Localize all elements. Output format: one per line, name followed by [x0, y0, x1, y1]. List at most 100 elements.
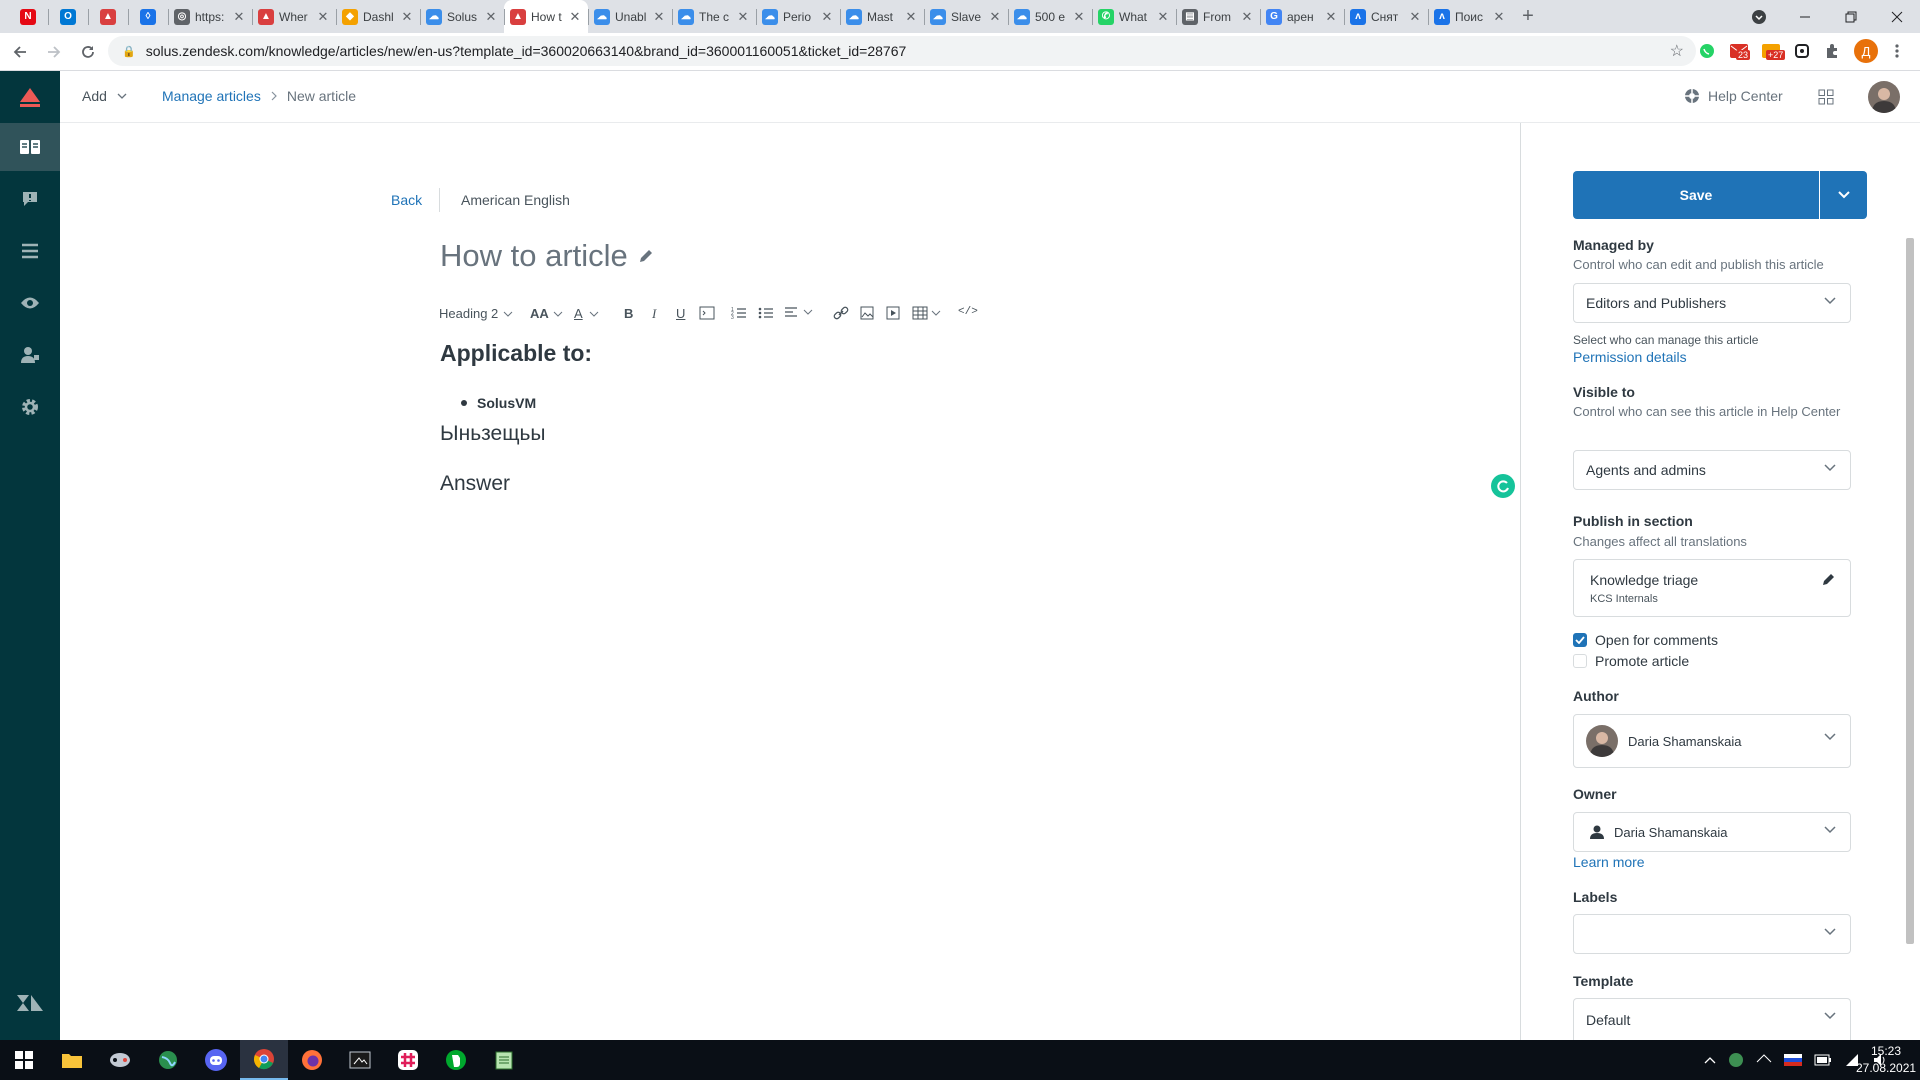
slack-button[interactable] [384, 1040, 432, 1080]
italic-button[interactable]: I [652, 306, 656, 322]
browser-tab[interactable]: O [48, 0, 88, 33]
sidebar-scrollbar[interactable] [1904, 238, 1916, 944]
close-tab-icon[interactable]: ✕ [988, 9, 1002, 25]
managed-by-select[interactable]: Editors and Publishers [1573, 283, 1851, 323]
back-nav-button[interactable] [6, 38, 34, 66]
browser-tab[interactable]: ☁ The c ✕ [672, 0, 756, 33]
tab-search-button[interactable] [1736, 0, 1782, 33]
section-picker[interactable]: Knowledge triage KCS Internals [1573, 559, 1851, 617]
help-center-link[interactable]: Help Center [1684, 88, 1783, 104]
close-tab-icon[interactable]: ✕ [820, 9, 834, 25]
browser-tab-active[interactable]: ▲ How t ✕ [504, 0, 588, 33]
content-line-2[interactable]: Answer [440, 472, 510, 496]
content-heading[interactable]: Applicable to: [440, 340, 592, 367]
nav-manage-articles[interactable] [0, 123, 60, 171]
template-select[interactable]: Default [1573, 998, 1851, 1040]
browser-tab[interactable]: Gарен ✕ [1260, 0, 1344, 33]
evernote-button[interactable] [432, 1040, 480, 1080]
nav-arrange-content[interactable] [0, 227, 60, 275]
address-bar[interactable]: 🔒 solus.zendesk.com/knowledge/articles/n… [108, 36, 1696, 66]
clock[interactable]: 15:23 27.08.2021 [1856, 1043, 1916, 1077]
chrome-menu-icon[interactable] [1886, 40, 1908, 62]
breadcrumb-manage-articles[interactable]: Manage articles [162, 88, 261, 104]
browser-tab[interactable]: ☁ Solus ✕ [420, 0, 504, 33]
notifier-ext-icon[interactable]: +27 [1760, 40, 1786, 62]
underline-button[interactable]: U [676, 306, 685, 321]
owner-select[interactable]: Daria Shamanskaia [1573, 812, 1851, 852]
link-button[interactable] [833, 306, 849, 320]
font-size-button[interactable]: AA [530, 306, 563, 321]
extensions-puzzle-icon[interactable] [1821, 40, 1843, 62]
browser-tab[interactable]: ☁ Mast ✕ [840, 0, 924, 33]
code-block-button[interactable] [699, 306, 715, 320]
app-button-settings[interactable] [96, 1040, 144, 1080]
close-tab-icon[interactable]: ✕ [1324, 9, 1338, 25]
browser-tab[interactable]: ◊ [128, 0, 168, 33]
chrome-button[interactable] [240, 1040, 288, 1080]
save-button[interactable]: Save [1573, 171, 1819, 219]
battery-icon[interactable] [1814, 1054, 1832, 1066]
numbered-list-button[interactable]: 123 [731, 306, 747, 320]
whatsapp-ext-icon[interactable] [1696, 40, 1718, 62]
bookmark-star-icon[interactable]: ☆ [1670, 41, 1684, 61]
new-tab-button[interactable]: + [1512, 5, 1544, 28]
firefox-button[interactable] [288, 1040, 336, 1080]
nav-settings[interactable] [0, 383, 60, 431]
labels-select[interactable] [1573, 914, 1851, 954]
zendesk-guide-logo[interactable] [0, 71, 60, 123]
tray-chevron-up-icon[interactable] [1704, 1056, 1716, 1064]
wifi-icon[interactable] [1756, 1052, 1772, 1068]
align-button[interactable] [784, 306, 813, 318]
close-tab-icon[interactable]: ✕ [736, 9, 750, 25]
network-globe-icon[interactable] [1728, 1052, 1744, 1068]
close-tab-icon[interactable]: ✕ [232, 9, 246, 25]
nav-customize-design[interactable] [0, 279, 60, 327]
browser-tab[interactable]: ▲ [88, 0, 128, 33]
bulleted-list-button[interactable] [758, 306, 774, 320]
user-avatar[interactable] [1868, 81, 1900, 113]
source-code-button[interactable]: </> [958, 306, 978, 318]
language-flag-icon[interactable] [1784, 1054, 1802, 1066]
media-button[interactable] [886, 306, 900, 320]
open-comments-checkbox[interactable]: Open for comments [1573, 632, 1718, 648]
gmail-ext-icon[interactable]: 23 [1728, 40, 1751, 62]
close-tab-icon[interactable]: ✕ [1156, 9, 1170, 25]
close-tab-icon[interactable]: ✕ [568, 9, 582, 25]
add-menu-button[interactable]: Add [82, 88, 127, 104]
browser-tab[interactable]: ◆ Dashl ✕ [336, 0, 420, 33]
notepad-button[interactable] [480, 1040, 528, 1080]
browser-tab[interactable]: ☁ Unabl ✕ [588, 0, 672, 33]
visible-to-select[interactable]: Agents and admins [1573, 450, 1851, 490]
close-tab-icon[interactable]: ✕ [1492, 9, 1506, 25]
product-tray-button[interactable] [1818, 89, 1834, 110]
format-select[interactable]: Heading 2 [439, 306, 513, 321]
author-select[interactable]: Daria Shamanskaia [1573, 714, 1851, 768]
browser-tab[interactable]: ✆ What ✕ [1092, 0, 1176, 33]
start-button[interactable] [0, 1040, 48, 1080]
minimize-button[interactable] [1782, 0, 1828, 33]
browser-tab[interactable]: ☁ Perio ✕ [756, 0, 840, 33]
browser-tab[interactable]: ☁ 500 e ✕ [1008, 0, 1092, 33]
nav-moderation[interactable] [0, 175, 60, 223]
text-color-button[interactable]: A [574, 306, 599, 321]
image-button[interactable] [860, 306, 874, 320]
browser-tab[interactable]: ʌ Снят ✕ [1344, 0, 1428, 33]
profile-avatar[interactable]: Д [1854, 39, 1878, 63]
scrollbar-thumb[interactable] [1906, 238, 1914, 944]
reload-button[interactable] [74, 38, 102, 66]
learn-more-link[interactable]: Learn more [1573, 854, 1645, 870]
close-tab-icon[interactable]: ✕ [652, 9, 666, 25]
browser-tab[interactable]: ▲ Wher ✕ [252, 0, 336, 33]
close-tab-icon[interactable]: ✕ [1072, 9, 1086, 25]
browser-tab[interactable]: N [8, 0, 48, 33]
restore-button[interactable] [1828, 0, 1874, 33]
app-button-globe[interactable] [144, 1040, 192, 1080]
close-tab-icon[interactable]: ✕ [400, 9, 414, 25]
close-tab-icon[interactable]: ✕ [904, 9, 918, 25]
content-bullet-item[interactable]: SolusVM [461, 395, 536, 411]
nav-user-permissions[interactable] [0, 331, 60, 379]
promote-article-checkbox[interactable]: Promote article [1573, 653, 1689, 669]
grammarly-button[interactable] [1491, 474, 1515, 498]
snipping-tool-button[interactable] [336, 1040, 384, 1080]
file-explorer-button[interactable] [48, 1040, 96, 1080]
